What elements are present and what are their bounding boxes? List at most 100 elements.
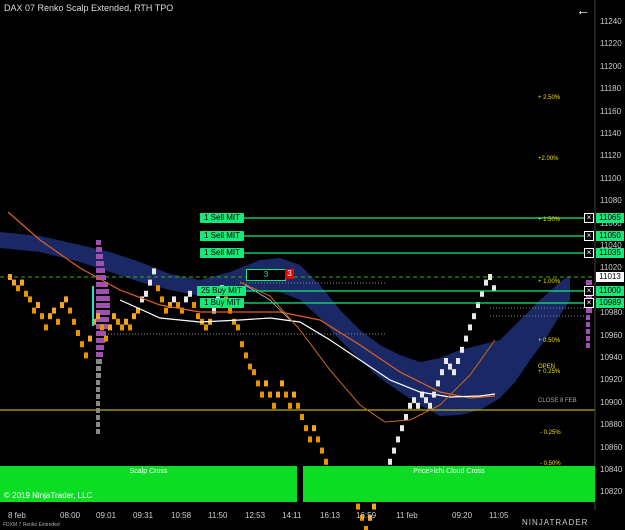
time-tick: 11 feb	[396, 511, 418, 520]
ichi-cross-label: Price>Ichi Cloud Cross	[413, 468, 485, 475]
tpo-bar	[96, 303, 110, 308]
price-tick: 11180	[600, 84, 622, 94]
renko-brick	[124, 318, 128, 325]
price-tick: 11240	[600, 17, 622, 26]
tpo-bar	[96, 296, 110, 301]
price-tick: 10980	[600, 308, 623, 318]
renko-chart[interactable]	[0, 0, 625, 530]
renko-brick	[356, 503, 360, 510]
renko-brick	[88, 335, 92, 342]
close-icon[interactable]: ×	[584, 248, 594, 258]
price-tick: 10880	[600, 420, 623, 430]
tpo-bar	[96, 261, 104, 266]
renko-brick	[428, 402, 432, 409]
renko-brick	[460, 346, 464, 353]
renko-brick	[28, 296, 32, 303]
renko-brick	[192, 302, 196, 308]
renko-brick	[152, 268, 156, 275]
order-label[interactable]: 25 Buy MIT	[197, 286, 246, 296]
time-tick: 10:58	[171, 511, 192, 520]
order-label[interactable]: 1 Buy MIT	[200, 298, 245, 308]
tpo-bar	[96, 345, 104, 350]
renko-brick	[404, 414, 408, 420]
renko-brick	[300, 414, 304, 420]
time-tick: 09:31	[133, 511, 154, 520]
close-icon[interactable]: ×	[584, 231, 594, 241]
renko-brick	[280, 380, 284, 387]
renko-brick	[408, 402, 412, 409]
renko-brick	[256, 380, 260, 387]
renko-brick	[16, 285, 20, 292]
percent-level-label: + 2.50%	[538, 95, 561, 101]
brand-logo: NINJATRADER	[522, 518, 589, 527]
position-close-button[interactable]: 3	[285, 269, 294, 279]
renko-brick	[452, 369, 456, 376]
renko-brick	[32, 307, 36, 314]
renko-brick	[364, 526, 368, 530]
renko-brick	[44, 324, 48, 331]
price-tick: 11160	[600, 106, 622, 116]
renko-brick	[36, 302, 40, 308]
renko-brick	[68, 307, 72, 314]
renko-brick	[480, 290, 484, 297]
close-level-label: CLOSE 8 FEB	[538, 398, 577, 404]
order-label[interactable]: 1 Sell MIT	[200, 248, 245, 258]
renko-brick	[252, 369, 256, 376]
time-tick: 09:20	[452, 511, 473, 520]
renko-brick	[116, 318, 120, 325]
renko-brick	[164, 307, 168, 314]
renko-brick	[84, 352, 88, 359]
renko-brick	[160, 296, 164, 303]
order-price-tag: 10989	[596, 298, 624, 308]
tpo-bar-right	[586, 336, 590, 341]
renko-brick	[228, 307, 232, 314]
renko-brick	[320, 447, 324, 454]
renko-brick	[448, 363, 452, 370]
current-price-tag: 11013	[596, 272, 624, 282]
renko-brick	[132, 313, 136, 320]
close-icon[interactable]: ×	[584, 213, 594, 223]
renko-brick	[8, 274, 12, 280]
close-icon[interactable]: ×	[584, 298, 594, 308]
tpo-bar	[96, 254, 103, 259]
renko-brick	[104, 335, 108, 342]
renko-brick	[424, 397, 428, 404]
price-tick: 11100	[600, 173, 622, 183]
close-icon[interactable]: ×	[584, 286, 594, 296]
percent-level-label: + 1.50%	[538, 217, 561, 223]
renko-brick	[96, 313, 100, 320]
renko-brick	[40, 313, 44, 320]
order-price-tag: 11000	[596, 286, 624, 296]
renko-brick	[12, 279, 16, 286]
chart-title: DAX 07 Renko Scalp Extended, RTH TPO	[4, 3, 174, 13]
order-price-tag: 11050	[596, 231, 624, 241]
renko-brick	[464, 335, 468, 342]
renko-brick	[372, 503, 376, 510]
renko-brick	[56, 318, 60, 325]
renko-brick	[172, 296, 176, 303]
renko-brick	[392, 447, 396, 454]
renko-brick	[236, 324, 240, 331]
order-price-tag: 11035	[596, 248, 624, 258]
order-label[interactable]: 1 Sell MIT	[200, 213, 245, 223]
position-quantity[interactable]: 3	[246, 269, 286, 281]
tpo-bar	[96, 422, 100, 427]
renko-brick	[176, 302, 180, 308]
order-label[interactable]: 1 Sell MIT	[200, 231, 245, 241]
renko-brick	[444, 358, 448, 364]
renko-brick	[184, 296, 188, 303]
time-tick: 12:53	[245, 511, 266, 520]
tpo-bar-right	[586, 329, 590, 334]
price-tick: 10920	[600, 375, 623, 385]
tpo-bar	[96, 429, 100, 434]
time-tick: 14:11	[282, 511, 302, 520]
tpo-bar	[96, 373, 101, 378]
renko-brick	[400, 425, 404, 432]
renko-brick	[292, 391, 296, 398]
renko-brick	[52, 307, 56, 314]
tpo-bar	[96, 380, 100, 385]
renko-brick	[284, 391, 288, 398]
arrow-left-icon[interactable]: ←	[576, 2, 590, 18]
ichi-cross-panel: Price>Ichi Cloud Cross	[303, 466, 595, 502]
renko-brick	[196, 313, 200, 320]
